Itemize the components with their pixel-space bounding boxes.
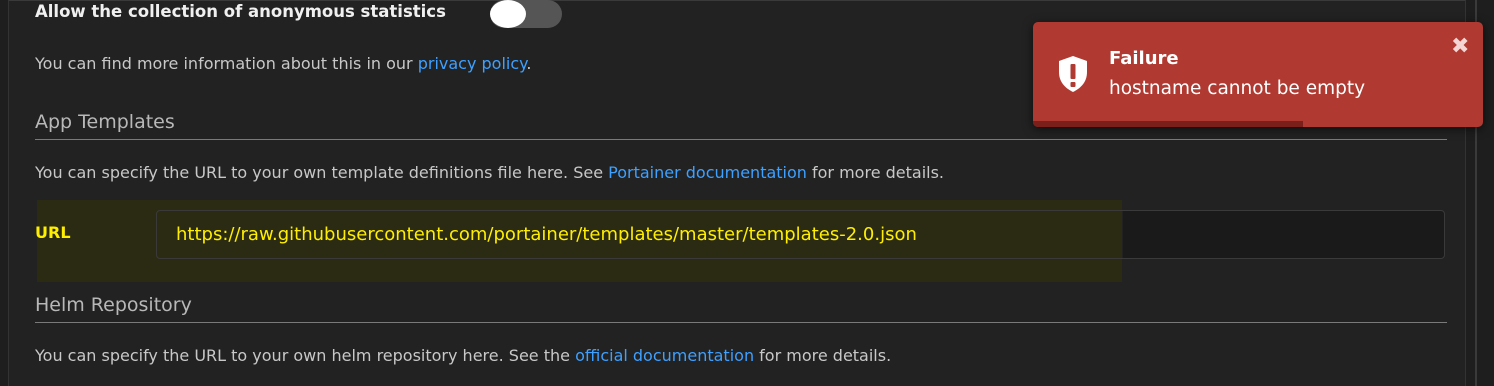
app-templates-description-prefix: You can specify the URL to your own temp… [35,163,609,182]
toast-progress-bar [1033,121,1303,127]
app-templates-description-suffix: for more details. [806,163,945,182]
privacy-info-text: You can find more information about this… [35,54,531,73]
official-documentation-link[interactable]: official documentation [575,346,754,365]
portainer-documentation-link[interactable]: Portainer documentation [608,163,807,182]
helm-repository-title: Helm Repository [35,294,192,316]
privacy-policy-link[interactable]: privacy policy [418,54,527,73]
app-templates-divider [35,139,1447,140]
templates-url-value: https://raw.githubusercontent.com/portai… [176,224,917,245]
helm-repository-description: You can specify the URL to your own helm… [35,346,891,365]
url-label: URL [35,223,71,242]
toggle-knob [490,0,526,28]
settings-page: Allow the collection of anonymous statis… [0,0,1494,386]
helm-description-suffix: for more details. [754,346,892,365]
shield-exclamation-icon [1059,56,1087,92]
privacy-info-prefix: You can find more information about this… [35,54,418,73]
privacy-info-suffix: . [526,54,532,73]
app-templates-description: You can specify the URL to your own temp… [35,163,944,182]
toast-title: Failure [1109,48,1179,69]
helm-repository-divider [35,322,1447,323]
app-templates-title: App Templates [35,111,175,133]
helm-description-prefix: You can specify the URL to your own helm… [35,346,576,365]
anonymous-stats-label: Allow the collection of anonymous statis… [35,1,446,21]
failure-toast[interactable]: Failure hostname cannot be empty ✖ [1033,22,1483,127]
close-icon[interactable]: ✖ [1451,36,1469,58]
toast-message: hostname cannot be empty [1109,78,1366,99]
anonymous-stats-toggle[interactable] [490,0,562,28]
templates-url-input[interactable]: https://raw.githubusercontent.com/portai… [156,210,1445,259]
anonymous-stats-row: Allow the collection of anonymous statis… [35,0,446,28]
